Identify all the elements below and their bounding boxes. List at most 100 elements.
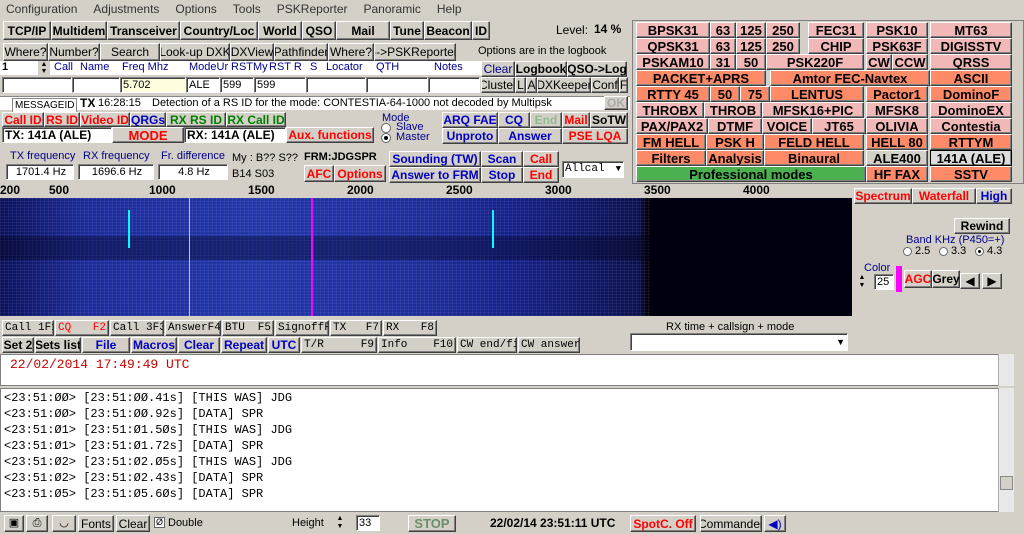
mode-mt63-button[interactable]: MT63 [930, 22, 1012, 38]
high-tab[interactable]: High [976, 188, 1012, 204]
macro-rx-button[interactable]: RX F8 [383, 320, 437, 336]
waterfall-display[interactable] [0, 198, 852, 316]
master-radio[interactable] [381, 133, 391, 143]
qrgs-button[interactable]: QRGs [130, 112, 166, 127]
mode-pax-pax2-button[interactable]: PAX/PAX2 [636, 118, 708, 134]
rx-callsign-select[interactable]: ▼ [630, 333, 848, 351]
menu-tools[interactable]: Tools [233, 2, 261, 16]
call-button[interactable]: Call [523, 151, 559, 167]
beacon-button[interactable]: Beacon [424, 21, 472, 40]
afc-button[interactable]: AFC [304, 165, 334, 182]
qth-input[interactable] [366, 77, 428, 93]
mode-hell-80-button[interactable]: HELL 80 [866, 134, 928, 150]
mode-throbx-button[interactable]: THROBX [636, 102, 704, 118]
world-button[interactable]: World [258, 21, 302, 40]
smiley-icon[interactable]: ◡ [52, 515, 76, 532]
mode-fm-hell-button[interactable]: FM HELL [636, 134, 706, 150]
mode-contestia-button[interactable]: Contestia [930, 118, 1012, 134]
macro-set-2-button[interactable]: Set 2 [2, 337, 34, 353]
macro-call-1-button[interactable]: Call 1F1 [2, 320, 54, 336]
fonts-button[interactable]: Fonts [78, 515, 114, 532]
mode-rttym-button[interactable]: RTTYM [930, 134, 1012, 150]
macro-cq-button[interactable]: CQ F2 [55, 320, 109, 336]
answer-frm-button[interactable]: Answer to FRM [389, 167, 481, 183]
rs-id-button[interactable]: RS ID [44, 112, 80, 127]
mode-analysis-button[interactable]: Analysis [706, 150, 764, 166]
mode-jt65-button[interactable]: JT65 [812, 118, 866, 134]
mode-hf-fax-button[interactable]: HF FAX [866, 166, 928, 182]
macro-tx-button[interactable]: TX F7 [330, 320, 382, 336]
rx-scroll-thumb[interactable] [1000, 476, 1013, 490]
mode-ccw-button[interactable]: CCW [892, 54, 928, 70]
mode-chip-button[interactable]: CHIP [808, 38, 864, 54]
sotw-button[interactable]: SoTW [590, 112, 628, 128]
locator-input[interactable] [306, 77, 366, 93]
video-id-button[interactable]: Video ID [80, 112, 130, 127]
dxkeeper-button[interactable]: DXKeeper [537, 77, 591, 93]
rst-ur-input[interactable]: 599 [220, 77, 254, 93]
spotc-button[interactable]: SpotC. Off [630, 515, 696, 532]
macro-utc-button[interactable]: UTC [268, 337, 300, 353]
mode-250-button[interactable]: 250 [766, 38, 800, 54]
mode-amtor-fec-navtex-button[interactable]: Amtor FEC-Navtex [770, 70, 930, 86]
menu-options[interactable]: Options [175, 2, 216, 16]
mode-sstv-button[interactable]: SSTV [930, 166, 1012, 182]
macro-t-r-button[interactable]: T/R F9 [301, 337, 377, 353]
tune-button[interactable]: Tune [390, 21, 424, 40]
search-button[interactable]: Search [100, 43, 160, 61]
call-input[interactable] [2, 77, 72, 93]
aux-functions-button[interactable]: Aux. functions [286, 127, 374, 143]
macro-repeat-button[interactable]: Repeat [221, 337, 267, 353]
rx-rs-id-button[interactable]: RX RS ID [166, 112, 226, 127]
mode-dominof-button[interactable]: DominoF [930, 86, 1012, 102]
mode-31-button[interactable]: 31 [710, 54, 736, 70]
mode-mfsk16-pic-button[interactable]: MFSK16+PIC [762, 102, 864, 118]
pse-lqa-button[interactable]: PSE LQA [562, 128, 628, 144]
rx-call-id-button[interactable]: RX Call ID [226, 112, 286, 127]
rst-my-input[interactable]: 599 [254, 77, 306, 93]
macro-signoff-button[interactable]: SignoffF6 [275, 320, 329, 336]
mode-dtmf-button[interactable]: DTMF [708, 118, 762, 134]
mode-fec31-button[interactable]: FEC31 [808, 22, 864, 38]
pskreporter-button[interactable]: -->PSKReporter [374, 43, 456, 61]
menu-help[interactable]: Help [437, 2, 462, 16]
height-value[interactable]: 33 [356, 515, 380, 531]
mail-arq-button[interactable]: Mail [562, 112, 590, 128]
speaker-icon[interactable]: ◀) [764, 515, 786, 532]
mode-feld-hell-button[interactable]: FELD HELL [764, 134, 864, 150]
stop-scan-button[interactable]: Stop [481, 167, 523, 183]
number-button[interactable]: Number? [48, 43, 100, 61]
rewind-button[interactable]: Rewind [954, 218, 1010, 234]
mode-63-button[interactable]: 63 [710, 22, 736, 38]
mode-rtty-45-button[interactable]: RTTY 45 [636, 86, 710, 102]
mode-digisstv-button[interactable]: DIGISSTV [930, 38, 1012, 54]
mode-throb-button[interactable]: THROB [704, 102, 762, 118]
call-id-button[interactable]: Call ID [2, 112, 44, 127]
color-spinner[interactable]: ▲ ▼ [856, 274, 868, 290]
tx-freq-value[interactable]: 1701.4 Hz [6, 164, 74, 180]
mail-button[interactable]: Mail [336, 21, 390, 40]
freq-input[interactable]: 5.702 [120, 77, 186, 93]
spectrum-tab[interactable]: Spectrum [854, 188, 912, 204]
mode-63-button[interactable]: 63 [710, 38, 736, 54]
print-icon[interactable]: ⎙ [26, 515, 48, 532]
mode-dominoex-button[interactable]: DominoEX [930, 102, 1012, 118]
menu-adjustments[interactable]: Adjustments [93, 2, 159, 16]
mode-psk-h-button[interactable]: PSK H [706, 134, 764, 150]
mode-pskam10-button[interactable]: PSKAM10 [636, 54, 710, 70]
mode-75-button[interactable]: 75 [740, 86, 770, 102]
agc-button[interactable]: AGC [904, 270, 932, 288]
mode-filters-button[interactable]: Filters [636, 150, 706, 166]
grey-button[interactable]: Grey [932, 270, 960, 288]
mode-olivia-button[interactable]: OLIVIA [866, 118, 928, 134]
end-arq-button[interactable]: End [530, 112, 562, 128]
menu-panoramic[interactable]: Panoramic [364, 2, 421, 16]
mode-ale400-button[interactable]: ALE400 [866, 150, 928, 166]
mode-packet-aprs-button[interactable]: PACKET+APRS [636, 70, 766, 86]
macro-macros-button[interactable]: Macros [131, 337, 177, 353]
country-loc-button[interactable]: Country/Loc [180, 21, 258, 40]
end-button[interactable]: End [523, 167, 559, 183]
scroll-left-button[interactable]: ◀ [960, 273, 980, 289]
macro-cw-end-fin-button[interactable]: CW end/fin [457, 337, 517, 353]
mode-qrss-button[interactable]: QRSS [930, 54, 1012, 70]
